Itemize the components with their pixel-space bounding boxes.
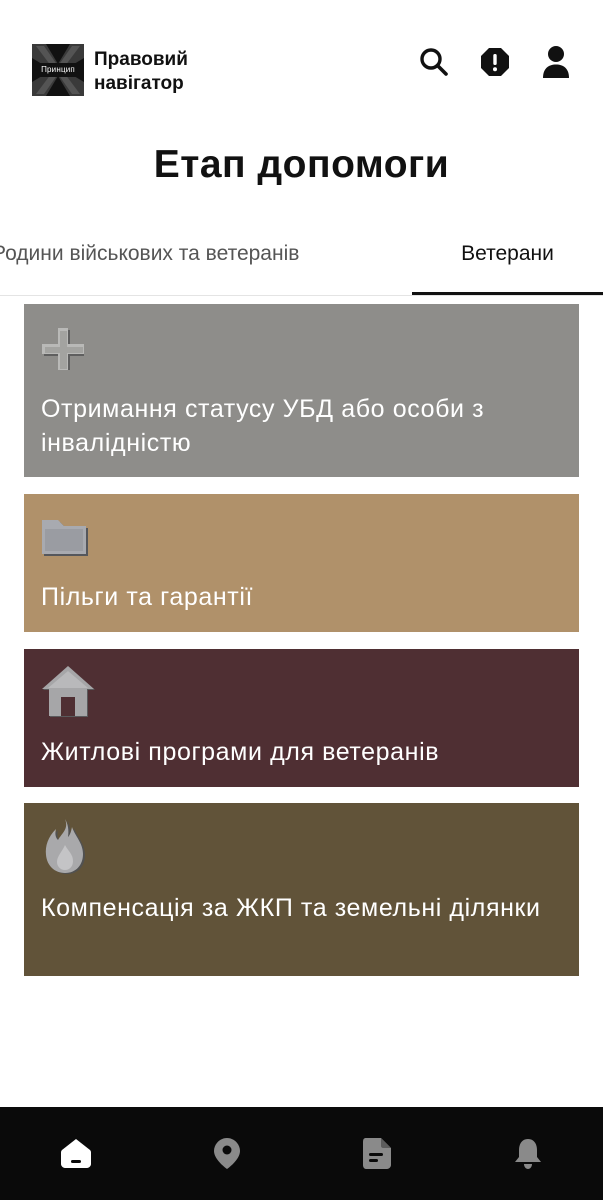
profile-icon <box>543 46 569 78</box>
home-icon <box>61 1139 91 1168</box>
bell-icon <box>515 1139 541 1169</box>
logo-label: Принцип <box>41 65 75 74</box>
location-icon <box>214 1138 240 1169</box>
card-icon <box>40 326 98 384</box>
nav-notifications[interactable] <box>508 1133 548 1173</box>
card-icon <box>40 663 98 721</box>
tab-veterans[interactable]: Ветерани <box>412 242 603 266</box>
plus-icon <box>42 328 84 370</box>
app-logo[interactable]: Принцип <box>32 44 84 96</box>
tab-military-families[interactable]: Родини військових та ветеранів <box>0 242 299 266</box>
active-tab-indicator <box>412 292 603 295</box>
flame-icon <box>45 819 85 874</box>
document-icon <box>363 1138 391 1169</box>
bottom-navigation <box>0 1107 603 1200</box>
card-icon <box>40 817 98 875</box>
house-icon <box>42 666 95 717</box>
folder-icon <box>42 520 88 556</box>
brand-line-1: Правовий <box>94 49 188 70</box>
card-label: Житлові програми для ветеранів <box>41 738 440 766</box>
brand-name: Правовий навігатор <box>94 48 188 96</box>
card-label: Компенсація за ЖКП та земельні ділянки <box>41 894 541 922</box>
profile-button[interactable] <box>538 44 574 80</box>
search-icon <box>420 48 448 76</box>
card-icon <box>40 514 98 572</box>
app-header: Принцип Правовий навігатор <box>0 0 603 120</box>
brand-line-2: навігатор <box>94 73 184 94</box>
nav-home[interactable] <box>56 1133 96 1173</box>
card-utility-compensation[interactable]: Компенсація за ЖКП та земельні ділянки <box>24 803 579 976</box>
alert-icon <box>481 48 509 76</box>
alert-button[interactable] <box>477 44 513 80</box>
card-housing-programs[interactable]: Житлові програми для ветеранів <box>24 649 579 787</box>
nav-documents[interactable] <box>357 1133 397 1173</box>
card-combatant-status[interactable]: Отримання статусу УБД або особи з інвалі… <box>24 304 579 477</box>
tab-bar: Родини військових та ветеранів Ветерани <box>0 230 603 296</box>
card-label: Пільги та гарантії <box>41 583 254 611</box>
page-title: Етап допомоги <box>153 143 450 186</box>
nav-location[interactable] <box>207 1133 247 1173</box>
search-button[interactable] <box>416 44 452 80</box>
card-label: Отримання статусу УБД або особи з інвалі… <box>41 395 485 457</box>
card-benefits[interactable]: Пільги та гарантії <box>24 494 579 632</box>
